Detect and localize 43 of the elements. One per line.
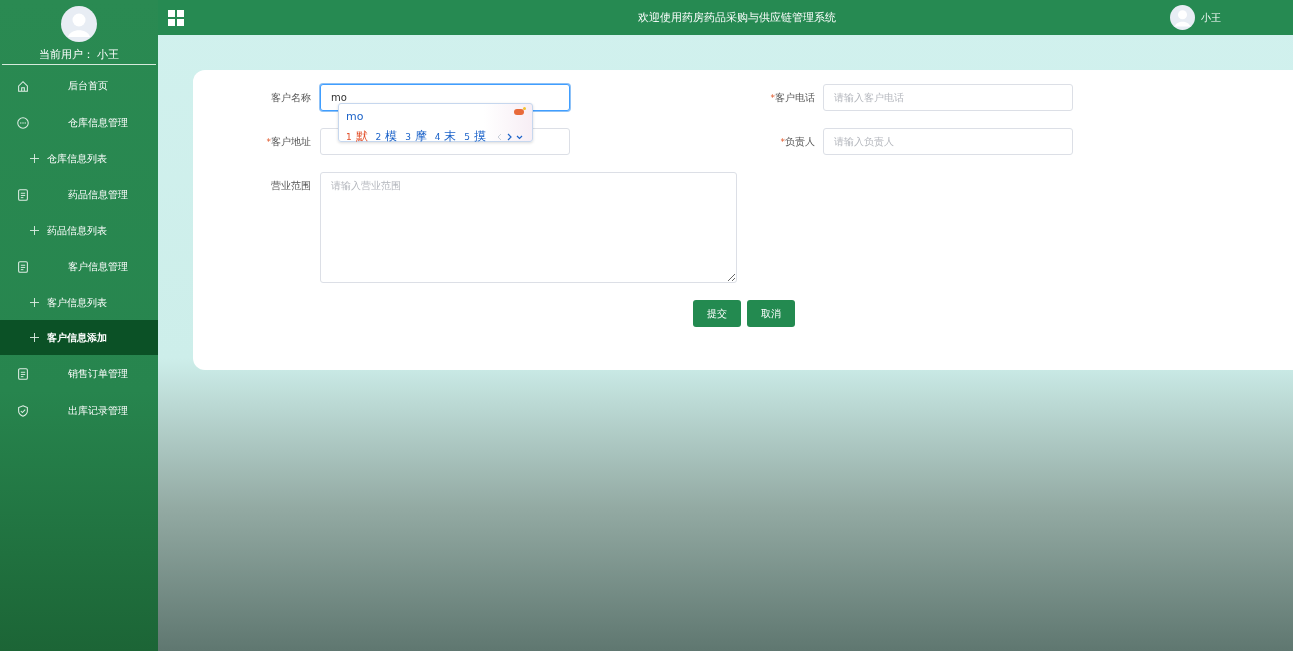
shield-icon [16, 403, 30, 418]
chat-bubble-icon [16, 115, 30, 130]
field-label: *客户电话 [769, 91, 816, 105]
user-name: 小王 [1201, 10, 1221, 25]
sidebar-item[interactable]: 客户信息列表 [0, 285, 158, 320]
sidebar-item[interactable]: 客户信息管理 [0, 248, 158, 285]
form-button[interactable]: 取消 [747, 300, 795, 327]
user-avatar [1170, 5, 1195, 30]
document-icon [16, 366, 30, 381]
sidebar-item[interactable]: 仓库信息列表 [0, 141, 158, 176]
input-field[interactable]: 请输入负责人 [823, 128, 1073, 155]
field-label: *负责人 [779, 135, 816, 149]
ime-input-text: mo [346, 110, 364, 125]
document-icon [16, 259, 30, 274]
home-icon [16, 78, 30, 93]
sidebar-item[interactable]: 药品信息列表 [0, 213, 158, 248]
sidebar-item[interactable]: 出库记录管理 [0, 392, 158, 429]
input-field[interactable]: 请输入客户电话 [823, 84, 1073, 111]
plus-icon [30, 226, 39, 235]
sidebar-item[interactable]: 后台首页 [0, 67, 158, 104]
user-avatar [61, 6, 97, 42]
field-label: *客户地址 [265, 135, 312, 149]
field-label: 营业范围 [270, 179, 312, 193]
sidebar-item[interactable]: 仓库信息管理 [0, 104, 158, 141]
plus-icon [30, 333, 39, 342]
plus-icon [30, 298, 39, 307]
ime-candidate[interactable]: 1 默 [346, 128, 368, 145]
sidebar-item[interactable]: 客户信息添加 [0, 320, 158, 355]
text-area[interactable]: 请输入营业范围 [320, 172, 737, 283]
ime-candidate[interactable]: 5 摸 [464, 128, 486, 145]
form-button[interactable]: 提交 [693, 300, 741, 327]
current-user: 当前用户： 小王 [38, 47, 120, 62]
grid-menu-icon[interactable] [168, 9, 184, 26]
sidebar-item[interactable]: 销售订单管理 [0, 355, 158, 392]
app-title: 欢迎使用药房药品采购与供应链管理系统 [637, 10, 837, 25]
ime-candidate[interactable]: 2 模 [375, 128, 398, 145]
plus-icon [30, 154, 39, 163]
field-label: 客户名称 [270, 91, 312, 105]
ime-candidate[interactable]: 4 末 [434, 128, 457, 145]
ime-candidate[interactable]: 3 摩 [405, 128, 427, 145]
ime-skin-icon[interactable] [514, 107, 526, 117]
sidebar-item[interactable]: 药品信息管理 [0, 176, 158, 213]
document-icon [16, 187, 30, 202]
